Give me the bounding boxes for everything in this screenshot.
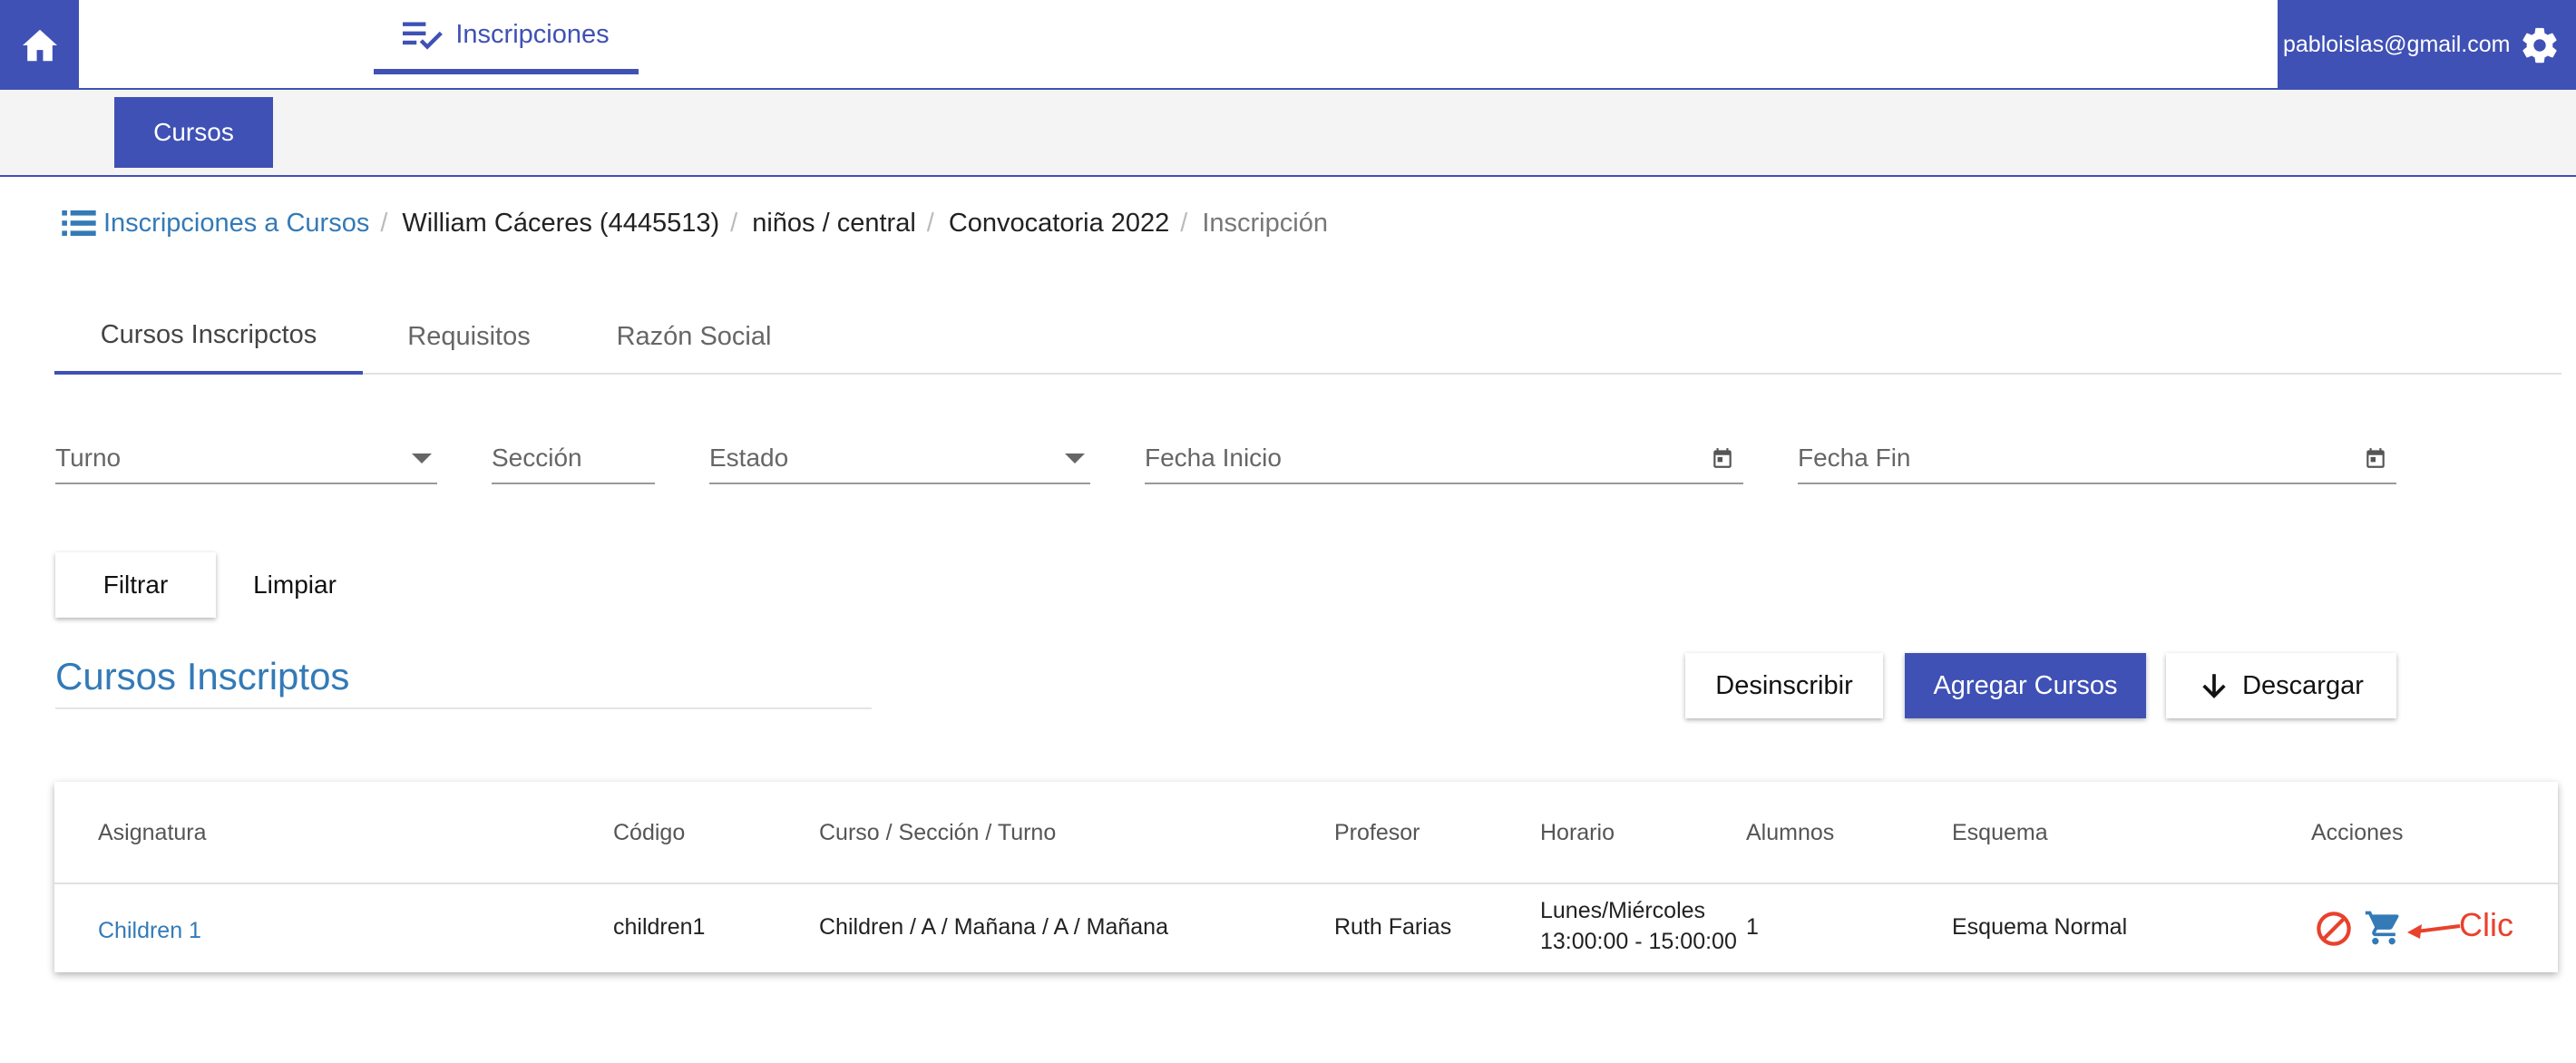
header-codigo[interactable]: Código: [613, 820, 685, 846]
breadcrumb-group[interactable]: niños / central: [752, 209, 916, 239]
user-email: pabloislas@gmail.com: [2283, 32, 2511, 57]
tab-requisitos[interactable]: Requisitos: [392, 299, 546, 375]
agregar-cursos-button[interactable]: Agregar Cursos: [1905, 653, 2146, 718]
breadcrumb-separator: /: [380, 208, 388, 238]
sub-navbar: Cursos: [0, 90, 2576, 177]
fecha-inicio-field[interactable]: Fecha Inicio: [1145, 434, 1743, 484]
breadcrumb-student[interactable]: William Cáceres (4445513): [402, 209, 719, 239]
tab-cursos-inscriptos[interactable]: Cursos Inscripctos: [54, 299, 363, 375]
annotation-arrow-icon: [2407, 924, 2461, 939]
calendar-icon[interactable]: [2364, 446, 2387, 470]
header-curso[interactable]: Curso / Sección / Turno: [819, 820, 1056, 846]
user-menu[interactable]: pabloislas@gmail.com: [2278, 0, 2576, 90]
cart-icon[interactable]: [2363, 908, 2405, 948]
seccion-input[interactable]: Sección: [492, 434, 655, 484]
cell-asignatura[interactable]: Children 1: [98, 918, 201, 944]
annotation-clic-label: Clic: [2459, 906, 2513, 943]
header-acciones: Acciones: [2311, 820, 2404, 845]
top-navbar: Inscripciones pabloislas@gmail.com: [0, 0, 2576, 90]
breadcrumb-inscripciones-cursos[interactable]: Inscripciones a Cursos: [62, 209, 369, 239]
home-icon: [22, 29, 57, 61]
header-esquema[interactable]: Esquema: [1952, 820, 2048, 846]
cell-profesor: Ruth Farias: [1334, 914, 1452, 940]
cell-curso: Children / A / Mañana / A / Mañana: [819, 914, 1168, 940]
desinscribir-button[interactable]: Desinscribir: [1685, 653, 1883, 718]
cell-esquema: Esquema Normal: [1952, 914, 2128, 940]
fecha-fin-placeholder: Fecha Fin: [1798, 444, 1911, 472]
home-button[interactable]: [0, 0, 79, 90]
fecha-inicio-placeholder: Fecha Inicio: [1145, 444, 1282, 472]
breadcrumb-convocatoria[interactable]: Convocatoria 2022: [949, 209, 1169, 239]
cell-horario-horas: 13:00:00 - 15:00:00: [1540, 929, 1737, 954]
cell-horario-dias: Lunes/Miércoles: [1540, 898, 1706, 923]
cursos-table: Asignatura Código Curso / Sección / Turn…: [54, 782, 2558, 972]
calendar-icon[interactable]: [1711, 446, 1734, 470]
table-header-row: Asignatura Código Curso / Sección / Turn…: [54, 782, 2558, 884]
header-profesor[interactable]: Profesor: [1334, 820, 1420, 846]
playlist-check-icon: [403, 22, 444, 50]
nav-tab-inscripciones[interactable]: Inscripciones: [374, 0, 639, 74]
breadcrumb-current: Inscripción: [1202, 208, 1328, 238]
fecha-fin-field[interactable]: Fecha Fin: [1798, 434, 2396, 484]
section-title: Cursos Inscriptos: [55, 655, 872, 709]
turno-placeholder: Turno: [55, 444, 122, 472]
breadcrumb-separator: /: [926, 208, 934, 238]
list-icon: [62, 210, 96, 236]
limpiar-button[interactable]: Limpiar: [236, 552, 354, 618]
block-icon[interactable]: [2315, 910, 2353, 948]
breadcrumb-label: Inscripciones a Cursos: [103, 208, 370, 238]
breadcrumb-separator: /: [730, 208, 738, 238]
tab-razon-social[interactable]: Razón Social: [599, 299, 789, 375]
header-horario[interactable]: Horario: [1540, 820, 1615, 846]
seccion-placeholder: Sección: [492, 444, 582, 472]
cell-alumnos: 1: [1746, 914, 1759, 940]
descargar-label: Descargar: [2242, 670, 2364, 700]
descargar-button[interactable]: Descargar: [2166, 653, 2396, 718]
header-asignatura[interactable]: Asignatura: [98, 820, 207, 846]
breadcrumb: Inscripciones a Cursos / William Cáceres…: [62, 205, 1328, 241]
arrow-down-icon: [2202, 674, 2226, 698]
estado-placeholder: Estado: [709, 444, 789, 472]
turno-select[interactable]: Turno: [55, 434, 437, 484]
estado-select[interactable]: Estado: [709, 434, 1090, 484]
chevron-down-icon: [1065, 453, 1085, 463]
cursos-button[interactable]: Cursos: [114, 97, 273, 168]
breadcrumb-separator: /: [1180, 208, 1188, 238]
nav-tab-label: Inscripciones: [455, 19, 610, 49]
table-row: Children 1 children1 Children / A / Maña…: [54, 884, 2558, 972]
tab-bar: Cursos Inscripctos Requisitos Razón Soci…: [54, 299, 2561, 375]
cell-codigo: children1: [613, 914, 706, 940]
header-alumnos[interactable]: Alumnos: [1746, 820, 1834, 846]
gear-icon[interactable]: [2519, 24, 2561, 66]
chevron-down-icon: [412, 453, 432, 463]
filtrar-button[interactable]: Filtrar: [55, 552, 216, 618]
